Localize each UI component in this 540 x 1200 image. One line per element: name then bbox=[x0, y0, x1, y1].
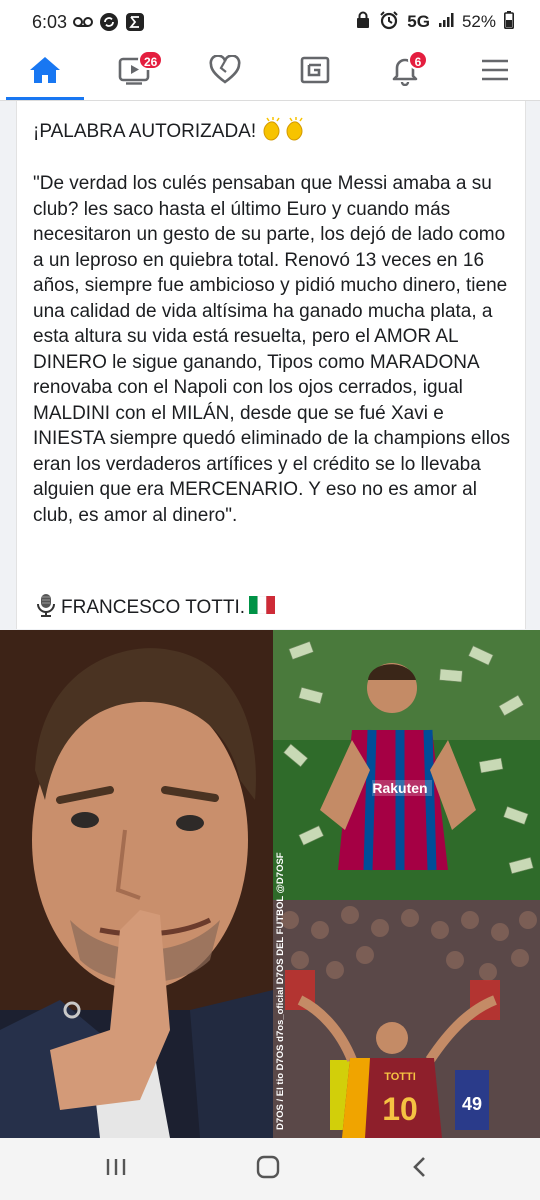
network-type: 5G bbox=[407, 12, 430, 31]
video-badge: 26 bbox=[138, 50, 164, 70]
italy-flag-icon bbox=[249, 595, 276, 620]
status-time: 6:03 bbox=[32, 11, 68, 32]
jersey-name: TOTTI bbox=[384, 1071, 416, 1083]
recent-apps-button[interactable] bbox=[96, 1152, 136, 1186]
home-icon bbox=[28, 55, 62, 90]
battery-percent: 52% bbox=[461, 12, 496, 31]
post-card: ¡PALABRA AUTORIZADA! "De verdad los culé… bbox=[16, 101, 526, 629]
voicemail-icon bbox=[73, 16, 94, 28]
notifications-badge: 6 bbox=[408, 50, 428, 70]
microphone-icon bbox=[35, 593, 57, 623]
tab-dating[interactable] bbox=[180, 44, 270, 100]
watermark-text: D7OS / El tio D7OS d7os_oficial D7OS DEL… bbox=[275, 852, 286, 1130]
heart-icon bbox=[208, 53, 242, 90]
lock-icon bbox=[355, 11, 371, 34]
tab-notifications[interactable]: 6 bbox=[360, 44, 450, 100]
tab-video[interactable]: 26 bbox=[90, 44, 180, 100]
home-button[interactable] bbox=[248, 1152, 288, 1186]
home-square-icon bbox=[256, 1155, 280, 1184]
status-bar: 6:03 5G 52% bbox=[0, 0, 540, 44]
alarm-icon bbox=[379, 10, 399, 35]
hamburger-menu-icon bbox=[480, 57, 510, 88]
clapping-hands-icon bbox=[260, 117, 308, 147]
tab-marketplace[interactable] bbox=[270, 44, 360, 100]
recent-apps-icon bbox=[105, 1157, 127, 1182]
post-image[interactable]: Rakuten TOTTI 10 49 D7OS / El tio D7OS d… bbox=[0, 630, 540, 1138]
jersey-number: 10 bbox=[382, 1091, 418, 1127]
sync-app-icon bbox=[99, 12, 119, 32]
back-button[interactable] bbox=[400, 1152, 440, 1186]
top-navigation: 26 6 bbox=[0, 44, 540, 101]
back-chevron-icon bbox=[412, 1156, 428, 1183]
post-headline: ¡PALABRA AUTORIZADA! bbox=[33, 117, 308, 147]
sigma-app-icon bbox=[125, 12, 145, 32]
post-headline-text: ¡PALABRA AUTORIZADA! bbox=[33, 121, 257, 142]
signature-text: FRANCESCO TOTTI. bbox=[61, 597, 246, 618]
fan-number: 49 bbox=[462, 1094, 482, 1114]
meme-collage: Rakuten TOTTI 10 49 D7OS / El tio D7OS d… bbox=[0, 630, 540, 1138]
signal-icon bbox=[438, 12, 454, 33]
jersey-sponsor: Rakuten bbox=[372, 780, 427, 796]
tab-menu[interactable] bbox=[450, 44, 540, 100]
gaming-icon bbox=[299, 55, 331, 90]
battery-icon bbox=[504, 10, 514, 34]
post-signature: FRANCESCO TOTTI. bbox=[35, 593, 276, 623]
post-body: "De verdad los culés pensaban que Messi … bbox=[33, 173, 511, 526]
tab-home[interactable] bbox=[0, 44, 90, 100]
system-navigation bbox=[0, 1138, 540, 1200]
